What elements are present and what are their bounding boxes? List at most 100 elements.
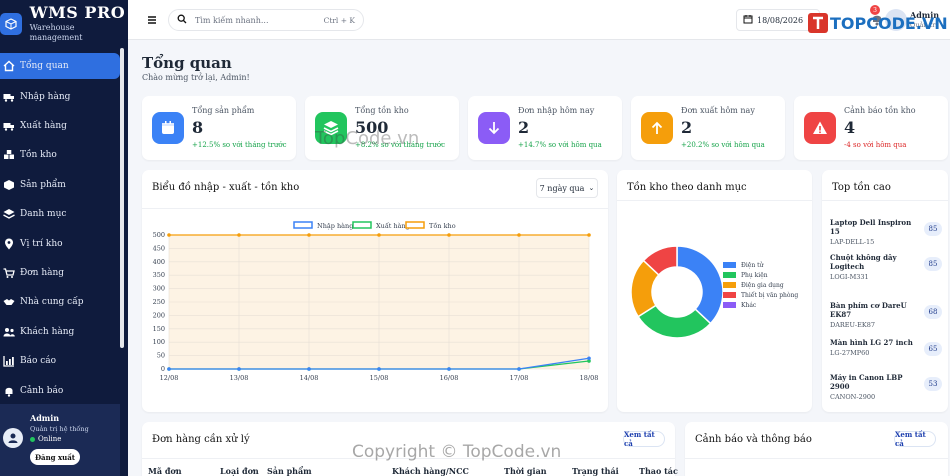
sidebar-item-label: Tổng quan	[20, 61, 69, 71]
list-item[interactable]: Màn hình LG 27 inch LG-27MP60 65	[830, 338, 944, 357]
legend-label: Xuất hàng	[376, 221, 410, 230]
search-input[interactable]: Tìm kiếm nhanh... Ctrl + K	[168, 9, 364, 31]
x-tick-label: 17/08	[510, 374, 529, 382]
table-column-header[interactable]: Khách hàng/NCC	[392, 466, 469, 476]
donut-chart-card: Tồn kho theo danh mục Điện tử Phụ kiện Điệ…	[617, 170, 812, 412]
top-item-qty: 85	[924, 222, 942, 236]
line-chart-title: Biểu đồ nhập - xuất - tồn kho	[152, 182, 300, 193]
sidebar-item-1[interactable]: Tổng quan	[0, 53, 120, 79]
warning-icon	[804, 112, 836, 144]
sidebar-item-4[interactable]: Tồn kho	[0, 141, 120, 170]
truck-in-icon	[2, 90, 16, 104]
stat-card-3[interactable]: Đơn nhập hôm nay 2 +14.7% so với hôm qua	[468, 96, 622, 160]
sidebar-item-2[interactable]: Nhập hàng	[0, 82, 120, 111]
user-panel: Admin Quản trị hệ thống Online Đăng xuất	[0, 404, 120, 476]
brand-name: WMS PRO	[29, 3, 126, 22]
brand[interactable]: WMS PRO Warehouse management	[0, 0, 128, 48]
users-icon	[2, 325, 16, 339]
table-column-header[interactable]: Sản phẩm	[267, 466, 312, 476]
user-name: Admin	[30, 413, 60, 423]
sidebar-item-7[interactable]: Vị trí kho	[0, 229, 120, 258]
stat-card-5[interactable]: Cảnh báo tồn kho 4 -4 so với hôm qua	[794, 96, 948, 160]
legend-label: Điện gia dụng	[741, 281, 784, 289]
table-column-header[interactable]: Loại đơn	[220, 466, 259, 476]
y-tick-label: 200	[153, 311, 165, 319]
legend-label: Phụ kiện	[741, 271, 768, 279]
data-point	[447, 367, 451, 371]
sidebar-item-12[interactable]: Cảnh báo	[0, 376, 120, 405]
stat-label: Tổng tồn kho	[355, 106, 409, 115]
y-tick-label: 100	[153, 338, 165, 346]
table-column-header[interactable]: Thao tác	[639, 466, 678, 476]
menu-toggle-icon[interactable]	[144, 12, 160, 28]
legend-label: Khác	[741, 301, 757, 309]
legend-swatch	[723, 292, 736, 298]
table-column-header[interactable]: Thời gian	[504, 466, 547, 476]
range-select[interactable]: 7 ngày qua ⌄	[536, 178, 598, 198]
box-icon	[2, 178, 16, 192]
table-column-header[interactable]: Mã đơn	[148, 466, 182, 476]
y-tick-label: 500	[153, 231, 165, 239]
sidebar-item-3[interactable]: Xuất hàng	[0, 111, 120, 140]
search-placeholder: Tìm kiếm nhanh...	[195, 15, 269, 25]
stat-value: 2	[681, 118, 693, 137]
donut-slice-1	[676, 245, 724, 325]
sidebar-item-9[interactable]: Nhà cung cấp	[0, 288, 120, 317]
data-point	[307, 233, 311, 237]
top-item-qty: 85	[924, 257, 942, 271]
sidebar-item-label: Báo cáo	[20, 356, 57, 367]
x-tick-label: 15/08	[370, 374, 389, 382]
user-status: Online	[30, 435, 61, 443]
list-item[interactable]: Bàn phím cơ DareU EK87 DAREU-EK87 68	[830, 301, 944, 329]
list-item[interactable]: Máy in Canon LBP 2900 CANON-2900 53	[830, 373, 944, 401]
list-item[interactable]: Chuột không dây Logitech LOGI-M331 85	[830, 253, 944, 281]
legend-item: Điện tử	[723, 260, 798, 270]
list-item[interactable]: Laptop Dell Inspiron 15 LAP-DELL-15 85	[830, 218, 944, 246]
stat-label: Cảnh báo tồn kho	[844, 106, 916, 115]
orders-view-all-button[interactable]: Xem tất cả	[623, 430, 665, 448]
chevron-down-icon: ⌄	[588, 184, 595, 192]
y-tick-label: 400	[153, 258, 165, 266]
page-title: Tổng quan	[142, 54, 232, 72]
sidebar-item-11[interactable]: Báo cáo	[0, 347, 120, 376]
stat-card-1[interactable]: Tổng sản phẩm 8 +12.5% so với tháng trước	[142, 96, 296, 160]
data-point	[237, 367, 241, 371]
donut-chart-title: Tồn kho theo danh mục	[627, 182, 747, 193]
sidebar-item-label: Xuất hàng	[20, 121, 67, 132]
calendar-box-icon	[152, 112, 184, 144]
sidebar-item-10[interactable]: Khách hàng	[0, 317, 120, 346]
sidebar-item-label: Cảnh báo	[20, 385, 64, 396]
legend-item: Thiết bị văn phòng	[723, 290, 798, 300]
watermark-bottom: Copyright © TopCode.vn	[352, 442, 562, 462]
legend-label: Nhập hàng	[317, 221, 353, 230]
sidebar-item-8[interactable]: Đơn hàng	[0, 258, 120, 287]
legend-swatch	[723, 282, 736, 288]
top-stock-card: Top tồn cao Laptop Dell Inspiron 15 LAP-D…	[822, 170, 948, 412]
y-tick-label: 0	[161, 365, 165, 373]
location-icon	[2, 237, 16, 251]
top-item-qty: 65	[924, 342, 942, 356]
table-column-header[interactable]: Trạng thái	[572, 466, 619, 476]
stat-label: Tổng sản phẩm	[192, 106, 255, 115]
sidebar: WMS PRO Warehouse management Tổng quan Nh…	[0, 0, 128, 476]
sidebar-scrollbar[interactable]	[120, 48, 124, 348]
sidebar-item-label: Vị trí kho	[20, 238, 63, 249]
stat-value: 8	[192, 118, 204, 137]
box-logo-icon	[0, 13, 22, 35]
alerts-view-all-button[interactable]: Xem tất cả	[894, 430, 936, 448]
data-point	[447, 233, 451, 237]
top-item-name: Chuột không dây Logitech	[830, 253, 897, 271]
logout-button[interactable]: Đăng xuất	[30, 449, 80, 465]
report-icon	[2, 354, 16, 368]
stat-label: Đơn nhập hôm nay	[518, 106, 595, 115]
handshake-icon	[2, 295, 16, 309]
x-tick-label: 18/08	[580, 374, 599, 382]
legend-label: Tồn kho	[429, 221, 456, 230]
sidebar-item-5[interactable]: Sản phẩm	[0, 170, 120, 199]
sidebar-item-6[interactable]: Danh mục	[0, 200, 120, 229]
app: WMS PRO Warehouse management Tổng quan Nh…	[0, 0, 950, 476]
data-point	[517, 233, 521, 237]
boxes-icon	[2, 148, 16, 162]
stat-card-4[interactable]: Đơn xuất hôm nay 2 +20.2% so với hôm qua	[631, 96, 785, 160]
bell-icon	[2, 384, 16, 398]
